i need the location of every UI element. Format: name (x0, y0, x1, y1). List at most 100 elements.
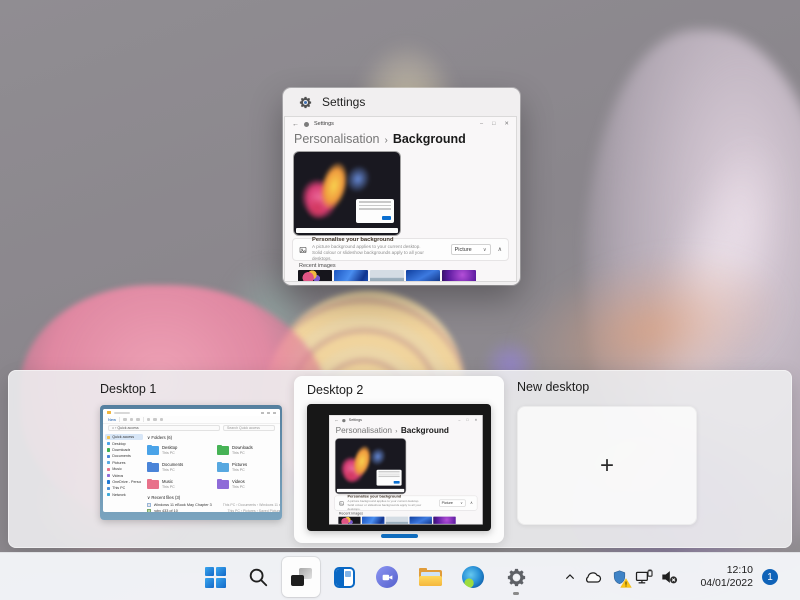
folder-icon (217, 480, 229, 489)
volume-tray-button[interactable] (659, 567, 679, 587)
recent-image-blue-silk (362, 517, 384, 525)
recent-images-row (338, 517, 455, 525)
edge-browser-icon (462, 566, 484, 588)
preview-taskbar (337, 489, 404, 492)
taskbar-icon-group (196, 557, 535, 597)
breadcrumb-parent: Personalisation (294, 132, 379, 146)
security-tray-button[interactable] (609, 567, 629, 587)
recent-file-row: ruby 433 of 10This PC › Pictures › Saved… (147, 508, 280, 512)
folders-section-header: ∨ Folders (6) (147, 435, 280, 441)
onedrive-tray-button[interactable] (583, 567, 603, 587)
screen: Settings ← Settings – □ ✕ Personalisatio… (0, 0, 800, 600)
close-icon: ✕ (504, 121, 509, 127)
running-app-indicator (513, 592, 519, 595)
folders-grid: DesktopThis PC DownloadsThis PC Document… (147, 442, 280, 493)
folder-icon (107, 411, 111, 414)
new-desktop-button[interactable]: + (517, 406, 697, 525)
chevron-down-icon: ∨ (460, 501, 462, 505)
personalise-background-section: Personalise your background A picture ba… (334, 496, 477, 511)
network-tray-button[interactable] (634, 567, 654, 587)
section-text: Personalise your background A picture ba… (312, 237, 432, 262)
window-controls (261, 412, 276, 414)
recent-image-blue-silk (334, 270, 368, 282)
background-preview-image (294, 152, 400, 235)
desktop1-label[interactable]: Desktop 1 (100, 382, 156, 396)
desktop2-label[interactable]: Desktop 2 (307, 383, 363, 397)
new-desktop-label[interactable]: New desktop (517, 380, 589, 394)
ethernet-network-icon (634, 567, 654, 587)
settings-window-preview-small: ← Settings – □ ✕ Personalisation › Backg… (329, 415, 483, 525)
settings-button[interactable] (497, 557, 535, 597)
settings-window-preview: ← Settings – □ ✕ Personalisation › Backg… (284, 116, 517, 282)
cloud-icon (583, 570, 603, 584)
taskbar-clock[interactable]: 12:10 04/01/2022 (700, 564, 753, 590)
maximize-icon: □ (492, 121, 495, 127)
folder-icon (217, 463, 229, 472)
sidebar-item: Network (105, 492, 143, 498)
minimize-icon: – (458, 418, 460, 422)
desktop-icon (107, 442, 110, 445)
notification-badge[interactable]: 1 (762, 569, 778, 585)
breadcrumb-current: Background (401, 426, 449, 435)
videos-icon (107, 474, 110, 477)
explorer-main: ∨ Folders (6) DesktopThis PC DownloadsTh… (147, 433, 280, 512)
clock-date: 04/01/2022 (700, 577, 753, 590)
start-button[interactable] (196, 557, 234, 597)
window-controls: – □ ✕ (480, 121, 509, 127)
recent-images-label: Recent images (299, 263, 336, 269)
star-icon (107, 436, 110, 439)
taskbar: 12:10 04/01/2022 1 (0, 552, 800, 600)
explorer-titlebar (103, 409, 280, 416)
section-text: Personalise your background A picture ba… (347, 495, 426, 512)
search-icon (247, 566, 269, 588)
background-type-dropdown: Picture ∨ (439, 499, 465, 506)
volume-muted-icon (659, 567, 679, 587)
folder-tile: MusicThis PC (147, 476, 213, 493)
chevron-down-icon: ∨ (483, 247, 487, 253)
edge-button[interactable] (454, 557, 492, 597)
folder-tile: DownloadsThis PC (217, 442, 280, 459)
desktop1-thumbnail[interactable]: New ⌂ › Quick access Search Quick access… (100, 405, 282, 520)
recent-image-purple (433, 517, 455, 525)
widgets-button[interactable] (325, 557, 363, 597)
task-view-button[interactable] (282, 557, 320, 597)
documents-icon (107, 455, 110, 458)
recent-images-label: Recent images (339, 512, 363, 516)
document-icon (147, 503, 151, 508)
settings-gear-icon (505, 566, 528, 589)
sidebar-item: This PC (105, 485, 143, 491)
sidebar-item: Videos (105, 472, 143, 478)
search-button[interactable] (239, 557, 277, 597)
explorer-command-bar: New (103, 416, 280, 424)
breadcrumb-parent: Personalisation (336, 426, 392, 435)
folder-tile: DocumentsThis PC (147, 459, 213, 476)
back-icon: ← (292, 121, 299, 128)
chat-button[interactable] (368, 557, 406, 597)
explorer-tab (114, 412, 130, 414)
address-field: ⌂ › Quick access (108, 425, 220, 431)
folder-icon (217, 446, 229, 455)
file-explorer-button[interactable] (411, 557, 449, 597)
tray-chevron-up-button[interactable] (560, 567, 580, 587)
explorer-sidebar: Quick access Desktop Downloads Documents… (103, 433, 145, 512)
file-explorer-mini-window: New ⌂ › Quick access Search Quick access… (103, 409, 280, 512)
search-field: Search Quick access (223, 425, 275, 431)
sidebar-item: Pictures (105, 460, 143, 466)
desktop2-thumbnail[interactable]: ← Settings – □ ✕ Personalisation › Backg… (307, 404, 491, 531)
pictures-icon (107, 461, 110, 464)
settings-titlebar: ← Settings – □ ✕ (285, 117, 516, 131)
background-preview-image (336, 439, 406, 494)
section-title: Personalise your background (312, 237, 432, 245)
taskview-window-thumbnail-settings[interactable]: Settings ← Settings – □ ✕ Personalisatio… (283, 88, 520, 285)
music-icon (107, 468, 110, 471)
recent-image-beach (386, 517, 408, 525)
folder-icon (147, 463, 159, 472)
recent-images-row (298, 270, 476, 282)
preview-dialog (377, 470, 402, 486)
image-file-icon (147, 509, 151, 512)
close-icon: ✕ (474, 418, 477, 422)
preview-taskbar (296, 228, 398, 233)
settings-titlebar: ← Settings – □ ✕ (330, 416, 482, 425)
onedrive-icon (107, 480, 110, 483)
folder-icon (147, 446, 159, 455)
